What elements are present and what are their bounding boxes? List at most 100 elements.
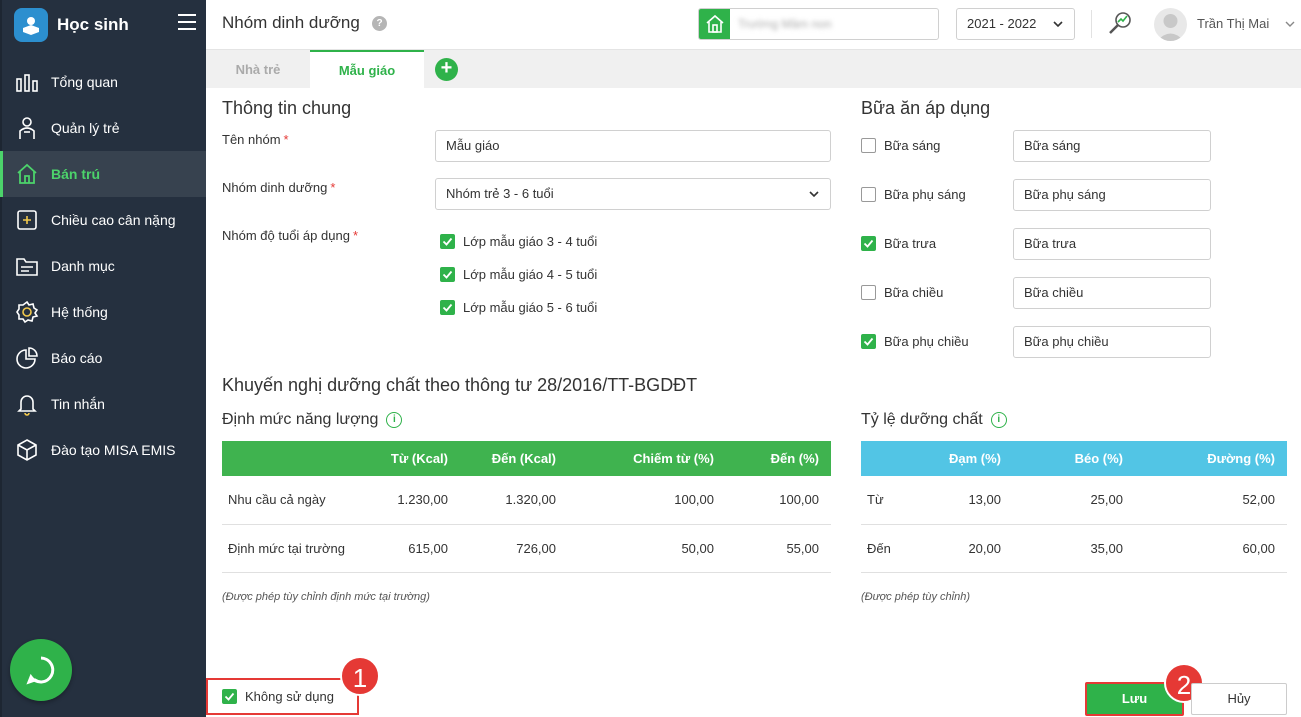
hamburger-menu-icon[interactable] bbox=[178, 14, 196, 30]
meal-label: Bữa trưa bbox=[884, 236, 937, 251]
age-checkbox-3-4[interactable]: Lớp mẫu giáo 3 - 4 tuổi bbox=[440, 234, 597, 249]
sidebar-item-chieu-cao-can-nang[interactable]: Chiều cao cân nặng bbox=[2, 197, 206, 243]
table-row: Nhu cầu cả ngày 1.230,00 1.320,00 100,00… bbox=[222, 476, 831, 525]
info-icon[interactable]: i bbox=[990, 412, 1007, 428]
sidebar-item-label: Báo cáo bbox=[51, 350, 103, 366]
sidebar-item-quan-ly-tre[interactable]: Quản lý trẻ bbox=[2, 105, 206, 151]
info-icon[interactable]: i bbox=[386, 412, 403, 428]
sidebar-item-label: Danh mục bbox=[51, 258, 115, 274]
meal-checkbox-bua-phu-sang[interactable]: Bữa phụ sáng bbox=[861, 187, 966, 202]
avatar[interactable] bbox=[1154, 8, 1187, 41]
sidebar-item-dao-tao[interactable]: Đào tạo MISA EMIS bbox=[2, 427, 206, 473]
energy-table: Từ (Kcal) Đến (Kcal) Chiếm từ (%) Đến (%… bbox=[222, 441, 831, 573]
chevron-down-icon bbox=[808, 179, 820, 220]
meal-name-input[interactable]: Bữa phụ sáng bbox=[1013, 179, 1211, 211]
meal-checkbox-bua-trua[interactable]: Bữa trưa bbox=[861, 236, 936, 251]
table-cell[interactable]: 50,00 bbox=[568, 524, 726, 573]
energy-note: (Được phép tùy chỉnh định mức tại trường… bbox=[222, 591, 430, 603]
step-badge-1: 1 bbox=[340, 656, 380, 696]
sidebar-menu: Tổng quan Quản lý trẻ Bán trú Chiều cao … bbox=[0, 59, 206, 473]
table-cell: Đến bbox=[861, 524, 921, 573]
meal-name-input[interactable]: Bữa trưa bbox=[1013, 228, 1211, 260]
school-selector[interactable]: Trường Mầm non bbox=[698, 8, 939, 40]
sidebar-item-label: Đào tạo MISA EMIS bbox=[51, 442, 176, 458]
general-info-title: Thông tin chung bbox=[222, 98, 352, 118]
not-use-label: Không sử dụng bbox=[245, 689, 334, 704]
tab-nha-tre[interactable]: Nhà trẻ bbox=[206, 50, 310, 88]
table-cell[interactable]: 60,00 bbox=[1135, 524, 1287, 573]
sidebar-item-label: Hệ thống bbox=[51, 304, 108, 320]
folder-icon bbox=[14, 253, 40, 279]
add-tab-button[interactable]: + bbox=[435, 58, 458, 81]
group-name-input[interactable]: Mẫu giáo bbox=[435, 130, 831, 162]
sidebar-item-bao-cao[interactable]: Báo cáo bbox=[2, 335, 206, 381]
meal-label: Bữa sáng bbox=[884, 138, 941, 153]
sidebar-item-he-thong[interactable]: Hệ thống bbox=[2, 289, 206, 335]
chevron-down-icon bbox=[1052, 9, 1064, 50]
chevron-down-icon[interactable] bbox=[1284, 14, 1296, 37]
chat-button[interactable] bbox=[10, 639, 72, 701]
meal-checkbox-bua-phu-chieu[interactable]: Bữa phụ chiều bbox=[861, 334, 969, 349]
school-name: Trường Mầm non bbox=[738, 17, 832, 31]
table-header-row: Từ (Kcal) Đến (Kcal) Chiếm từ (%) Đến (%… bbox=[222, 441, 831, 476]
bar-chart-icon bbox=[14, 69, 40, 95]
sidebar-item-danh-muc[interactable]: Danh mục bbox=[2, 243, 206, 289]
nutrition-group-select[interactable]: Nhóm trẻ 3 - 6 tuổi bbox=[435, 178, 831, 210]
table-row: Định mức tại trường 615,00 726,00 50,00 … bbox=[222, 524, 831, 573]
table-header: Béo (%) bbox=[1013, 441, 1135, 476]
ratio-table: Đạm (%) Béo (%) Đường (%) Từ 13,00 25,00… bbox=[861, 441, 1287, 573]
table-cell[interactable]: 615,00 bbox=[372, 524, 460, 573]
header-divider bbox=[1091, 10, 1092, 38]
table-cell[interactable]: 55,00 bbox=[726, 524, 831, 573]
group-tabs: Nhà trẻ Mẫu giáo + bbox=[206, 50, 1301, 88]
table-cell: 1.230,00 bbox=[372, 476, 460, 525]
age-checkbox-5-6[interactable]: Lớp mẫu giáo 5 - 6 tuổi bbox=[440, 300, 597, 315]
sidebar-item-label: Tin nhắn bbox=[51, 396, 105, 412]
sidebar-item-tong-quan[interactable]: Tổng quan bbox=[2, 59, 206, 105]
meal-checkbox-bua-sang[interactable]: Bữa sáng bbox=[861, 138, 940, 153]
table-cell[interactable]: 25,00 bbox=[1013, 476, 1135, 525]
page-title: Nhóm dinh dưỡng bbox=[222, 13, 360, 32]
table-cell[interactable]: 35,00 bbox=[1013, 524, 1135, 573]
plus-box-icon bbox=[14, 207, 40, 233]
cancel-button[interactable]: Hủy bbox=[1191, 683, 1287, 715]
sidebar-item-tin-nhan[interactable]: Tin nhắn bbox=[2, 381, 206, 427]
table-header: Đường (%) bbox=[1135, 441, 1287, 476]
table-cell: Từ bbox=[861, 476, 921, 525]
table-cell[interactable]: 20,00 bbox=[921, 524, 1013, 573]
checkbox-empty-icon bbox=[861, 187, 876, 202]
table-header: Đến (%) bbox=[726, 441, 831, 476]
house-icon bbox=[14, 161, 40, 187]
checkbox-checked-icon bbox=[440, 267, 455, 282]
meal-checkbox-bua-chieu[interactable]: Bữa chiều bbox=[861, 285, 943, 300]
table-cell: 100,00 bbox=[726, 476, 831, 525]
age-checkbox-4-5[interactable]: Lớp mẫu giáo 4 - 5 tuổi bbox=[440, 267, 597, 282]
checkbox-checked-icon bbox=[222, 689, 237, 704]
school-year-select[interactable]: 2021 - 2022 bbox=[956, 8, 1075, 40]
meal-name-input[interactable]: Bữa phụ chiều bbox=[1013, 326, 1211, 358]
user-name[interactable]: Trần Thị Mai bbox=[1197, 16, 1269, 31]
app-logo-icon bbox=[14, 8, 48, 42]
ratio-note: (Được phép tùy chỉnh) bbox=[861, 591, 971, 603]
meal-name-input[interactable]: Bữa sáng bbox=[1013, 130, 1211, 162]
table-cell[interactable]: 13,00 bbox=[921, 476, 1013, 525]
table-header bbox=[861, 441, 921, 476]
chat-icon bbox=[26, 656, 55, 685]
checkbox-empty-icon bbox=[861, 285, 876, 300]
table-cell[interactable]: 726,00 bbox=[460, 524, 568, 573]
gear-icon bbox=[14, 299, 40, 325]
not-use-checkbox[interactable]: Không sử dụng bbox=[206, 678, 359, 715]
checkbox-checked-icon bbox=[861, 236, 876, 251]
table-cell: 100,00 bbox=[568, 476, 726, 525]
sidebar-header: Học sinh bbox=[2, 0, 206, 50]
checkbox-checked-icon bbox=[440, 234, 455, 249]
table-cell[interactable]: 52,00 bbox=[1135, 476, 1287, 525]
meal-name-input[interactable]: Bữa chiều bbox=[1013, 277, 1211, 309]
help-icon[interactable]: ? bbox=[372, 16, 387, 31]
sidebar-item-ban-tru[interactable]: Bán trú bbox=[0, 151, 206, 197]
nutrition-group-label: Nhóm dinh dưỡng * bbox=[222, 180, 336, 195]
trend-search-icon[interactable] bbox=[1106, 10, 1134, 41]
table-cell: 1.320,00 bbox=[460, 476, 568, 525]
age-checkbox-label: Lớp mẫu giáo 3 - 4 tuổi bbox=[463, 234, 598, 249]
tab-mau-giao[interactable]: Mẫu giáo bbox=[310, 50, 424, 88]
